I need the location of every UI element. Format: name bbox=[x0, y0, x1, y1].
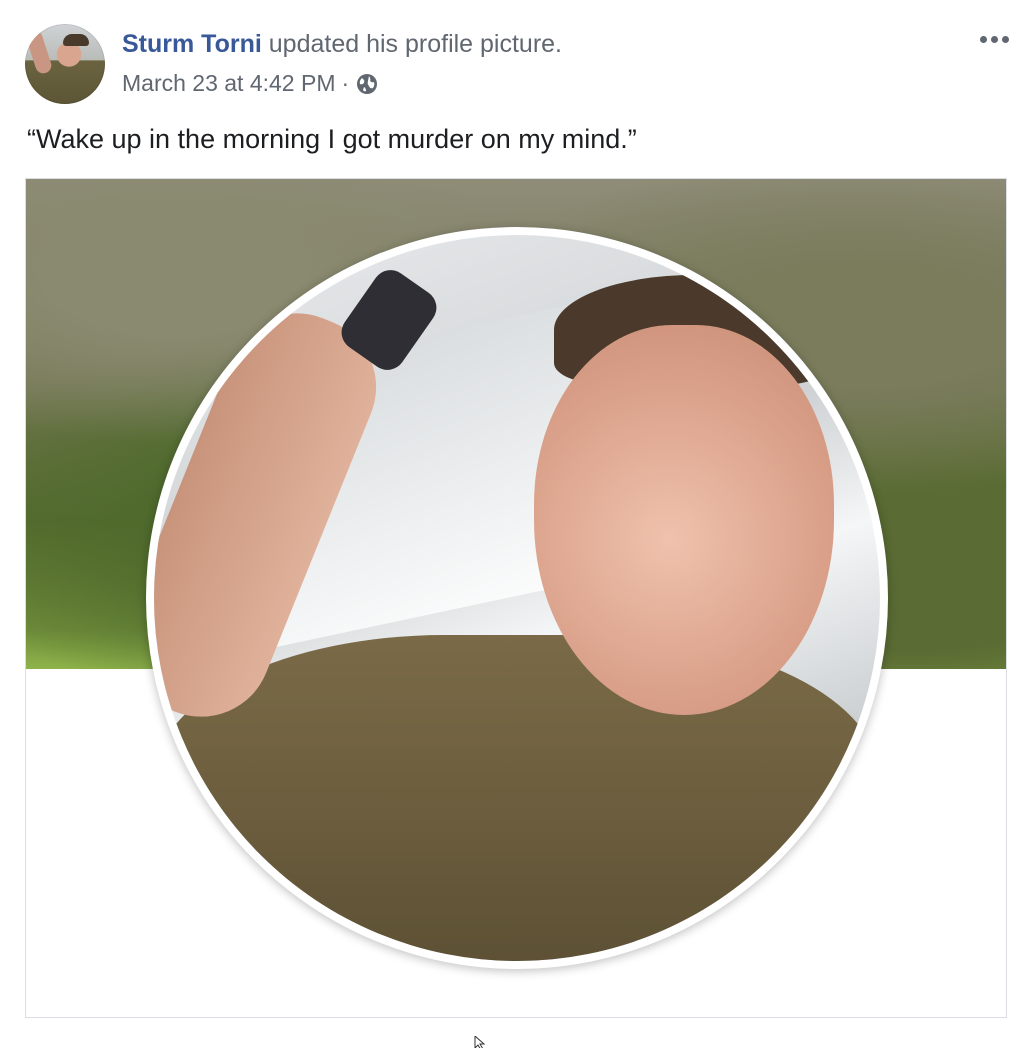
mouse-cursor-icon bbox=[474, 1036, 486, 1048]
avatar-hair-shape bbox=[63, 34, 89, 46]
face-shape bbox=[534, 325, 834, 715]
post-caption: “Wake up in the morning I got murder on … bbox=[27, 124, 637, 154]
more-options-dot bbox=[1001, 35, 1009, 43]
post-photo[interactable] bbox=[25, 178, 1007, 1018]
author-avatar[interactable] bbox=[25, 24, 105, 104]
more-options-button[interactable] bbox=[976, 26, 1012, 52]
globe-icon[interactable] bbox=[355, 72, 379, 96]
more-options-icon bbox=[979, 35, 987, 43]
feed-post: Sturm Torni updated his profile picture.… bbox=[0, 0, 1030, 1048]
author-name-link[interactable]: Sturm Torni bbox=[122, 30, 262, 58]
meta-separator: · bbox=[341, 70, 350, 96]
post-action-text: updated his profile picture. bbox=[268, 30, 563, 58]
more-options-dot bbox=[990, 35, 998, 43]
post-timestamp[interactable]: March 23 at 4:42 PM bbox=[122, 70, 336, 97]
post-meta: March 23 at 4:42 PM · bbox=[122, 70, 379, 97]
profile-picture[interactable] bbox=[154, 235, 880, 961]
post-header: Sturm Torni updated his profile picture. bbox=[122, 30, 562, 59]
avatar-arm-shape bbox=[25, 28, 54, 76]
jacket-shape bbox=[154, 635, 880, 961]
